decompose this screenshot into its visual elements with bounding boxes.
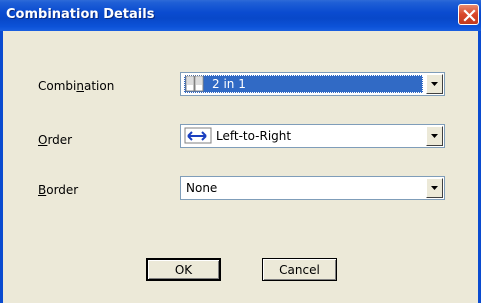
window-frame-left <box>0 31 3 303</box>
chevron-down-icon <box>431 186 438 190</box>
combination-value: 2 in 1 <box>184 75 423 93</box>
title-bar[interactable]: Combination Details <box>0 0 481 31</box>
ok-button[interactable]: OK <box>146 258 221 281</box>
close-icon <box>463 9 476 22</box>
cancel-button[interactable]: Cancel <box>262 258 337 281</box>
combination-text: 2 in 1 <box>212 77 246 91</box>
border-select[interactable]: None <box>180 176 445 200</box>
order-label: Order <box>38 133 73 147</box>
combination-dropdown-button[interactable] <box>426 74 443 94</box>
border-label: Border <box>38 183 79 197</box>
order-value: Left-to-Right <box>184 127 423 145</box>
chevron-down-icon <box>431 134 438 138</box>
left-to-right-arrow-icon <box>184 127 212 144</box>
combination-label: Combination <box>38 79 115 93</box>
order-select[interactable]: Left-to-Right <box>180 124 445 148</box>
order-text: Left-to-Right <box>216 129 292 143</box>
window-title: Combination Details <box>6 7 155 22</box>
chevron-down-icon <box>431 82 438 86</box>
pages-icon <box>185 75 204 92</box>
combination-select[interactable]: 2 in 1 <box>180 72 445 96</box>
order-dropdown-button[interactable] <box>426 126 443 146</box>
close-button[interactable] <box>458 4 479 25</box>
border-value: None <box>184 179 423 197</box>
border-text: None <box>186 181 218 195</box>
border-dropdown-button[interactable] <box>426 178 443 198</box>
